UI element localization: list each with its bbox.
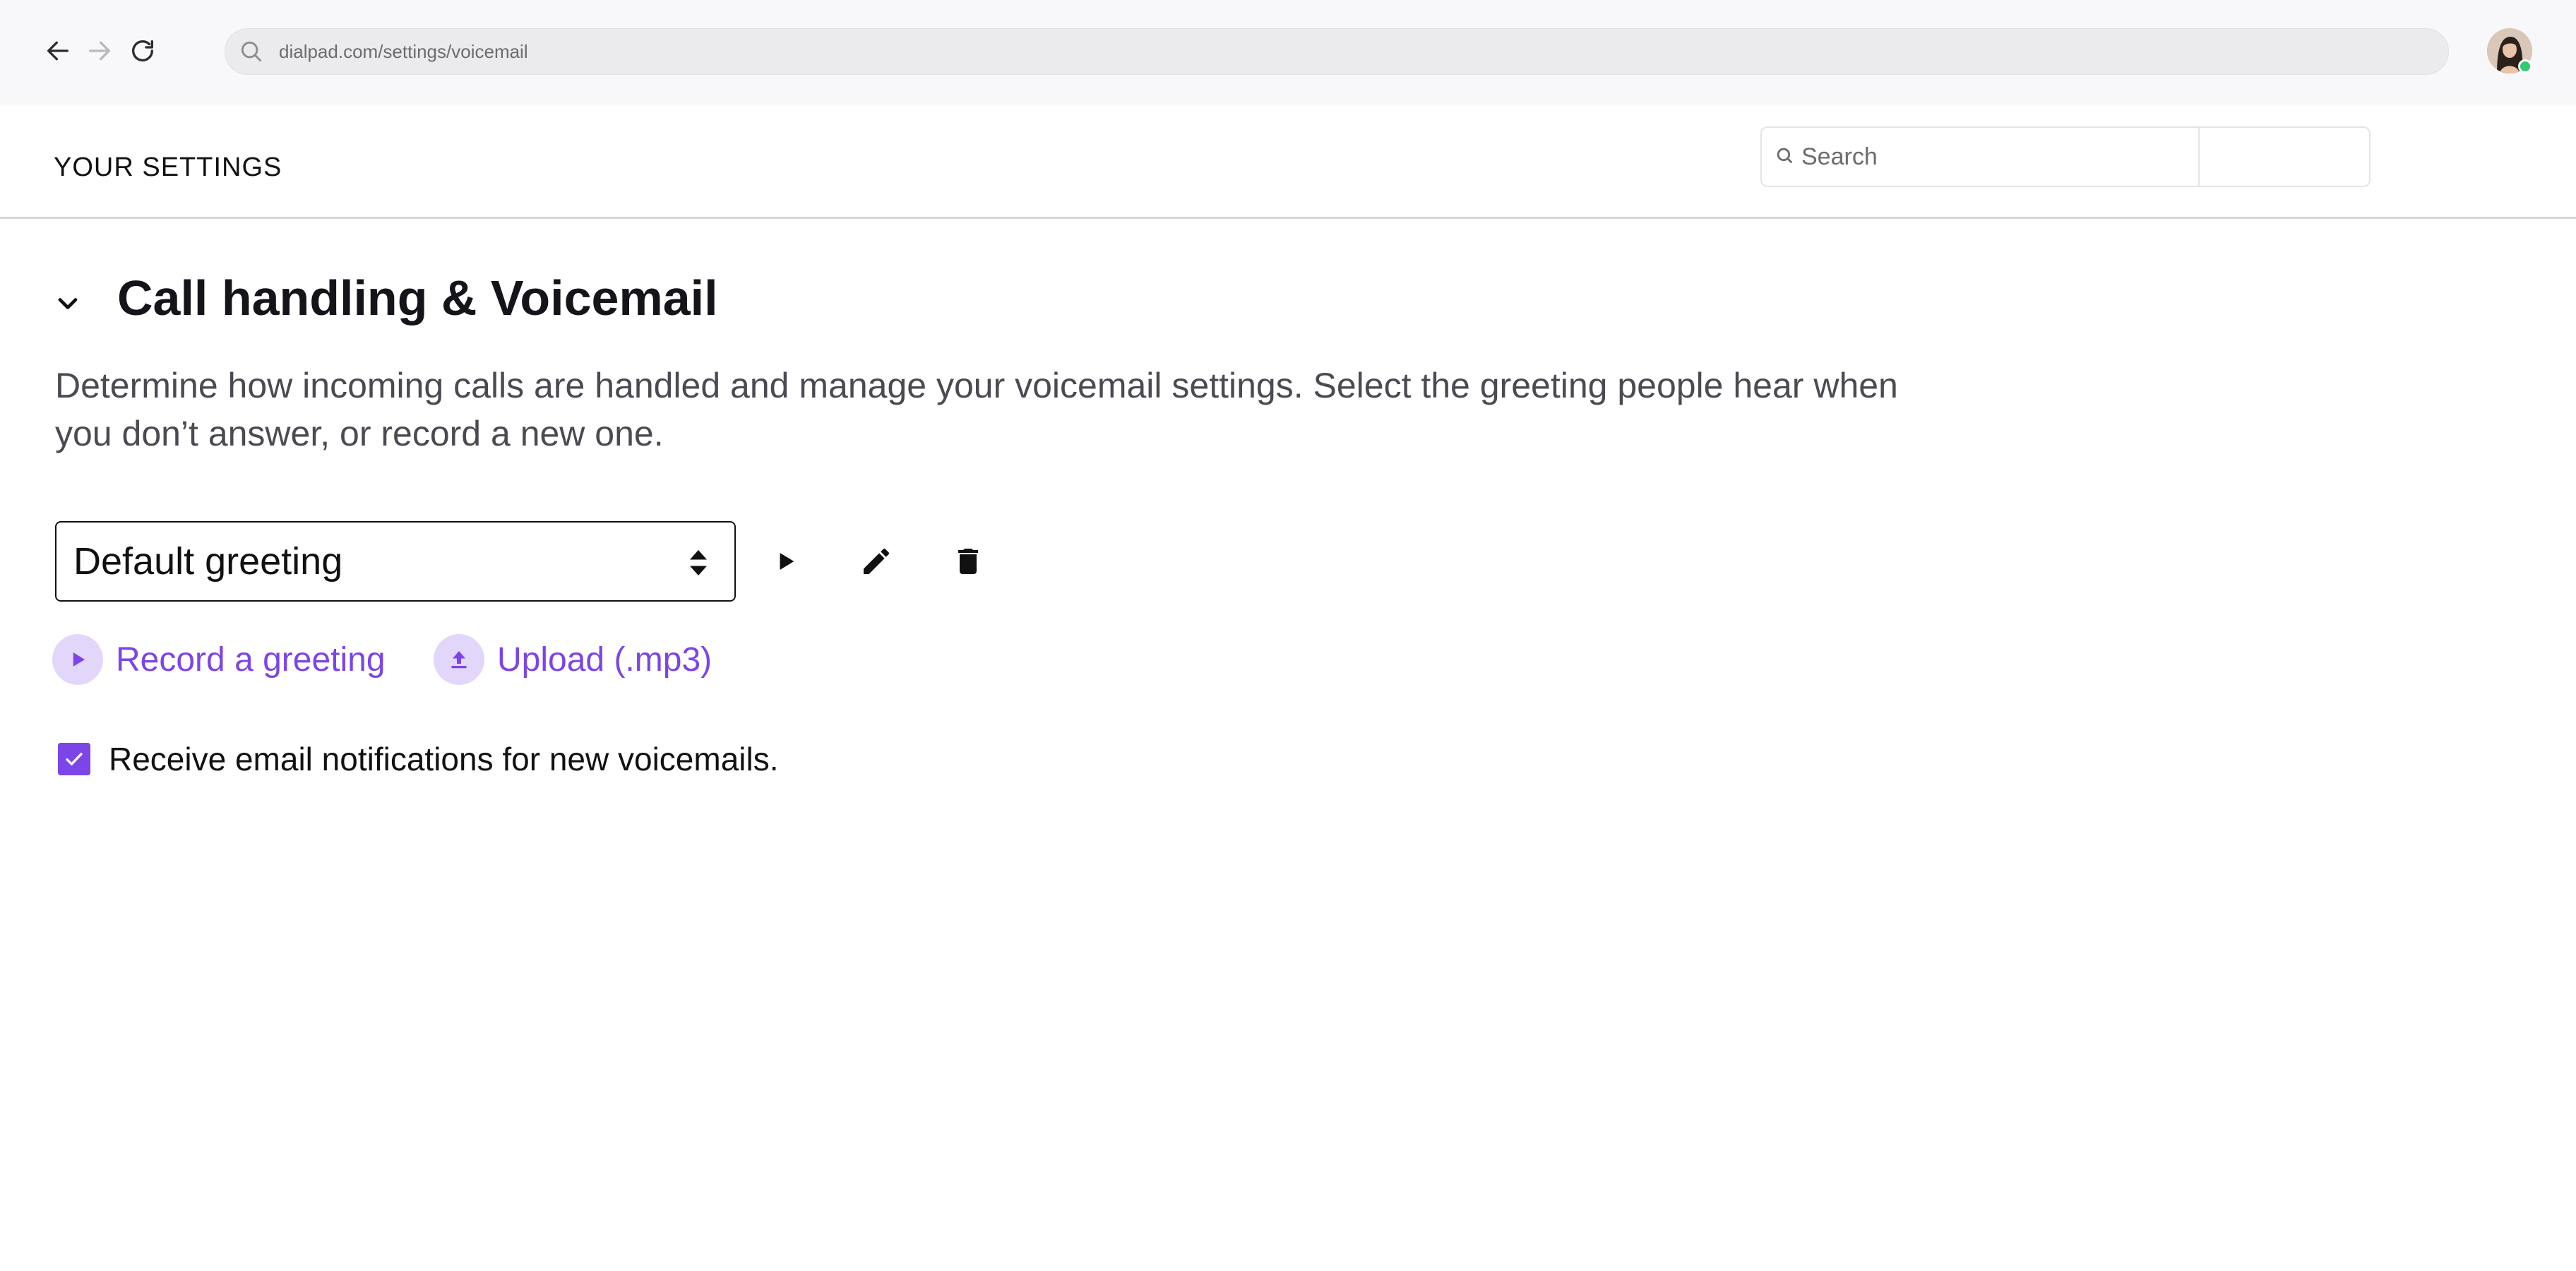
- reload-button[interactable]: [126, 34, 160, 68]
- forward-button[interactable]: [83, 34, 117, 68]
- search-filter-area[interactable]: [2200, 128, 2369, 186]
- address-bar[interactable]: dialpad.com/settings/voicemail: [225, 28, 2449, 75]
- select-arrows-icon: [690, 550, 707, 575]
- play-icon: [780, 552, 794, 571]
- collapse-section-button[interactable]: [52, 288, 83, 319]
- edit-greeting-button[interactable]: [853, 538, 900, 585]
- back-button[interactable]: [41, 34, 75, 68]
- forward-arrow-icon: [89, 41, 110, 61]
- delete-greeting-button[interactable]: [945, 538, 991, 585]
- page-title: YOUR SETTINGS: [54, 153, 282, 182]
- settings-header: YOUR SETTINGS: [0, 105, 2576, 219]
- upload-mp3-label: Upload (.mp3): [497, 640, 712, 679]
- record-greeting-label: Record a greeting: [116, 640, 386, 679]
- pencil-icon: [864, 548, 889, 574]
- record-icon-circle: [52, 634, 103, 685]
- play-icon: [73, 652, 85, 667]
- settings-search: [1760, 126, 2371, 187]
- upload-mp3-link[interactable]: Upload (.mp3): [434, 634, 712, 685]
- url-text: dialpad.com/settings/voicemail: [279, 40, 528, 62]
- back-arrow-icon: [47, 41, 69, 61]
- browser-toolbar: dialpad.com/settings/voicemail: [0, 0, 2576, 105]
- email-notifications-checkbox[interactable]: [58, 743, 90, 775]
- email-notifications-row: Receive email notifications for new voic…: [58, 740, 779, 778]
- upload-icon: [451, 651, 467, 669]
- email-notifications-label: Receive email notifications for new voic…: [109, 741, 779, 777]
- section-description: Determine how incoming calls are handled…: [55, 366, 1898, 453]
- checkmark-icon: [66, 753, 83, 765]
- search-icon: [241, 41, 262, 62]
- play-greeting-button[interactable]: [763, 538, 809, 585]
- section-title: Call handling & Voicemail: [117, 270, 718, 326]
- greeting-selected-value: Default greeting: [73, 540, 343, 583]
- greeting-select[interactable]: Default greeting: [55, 521, 736, 602]
- online-status-indicator: [2518, 59, 2532, 73]
- search-input[interactable]: [1762, 128, 2200, 186]
- upload-icon-circle: [434, 634, 484, 685]
- record-greeting-link[interactable]: Record a greeting: [52, 634, 386, 685]
- chevron-down-icon: [58, 298, 78, 309]
- reload-icon: [132, 40, 153, 62]
- trash-icon: [958, 549, 978, 574]
